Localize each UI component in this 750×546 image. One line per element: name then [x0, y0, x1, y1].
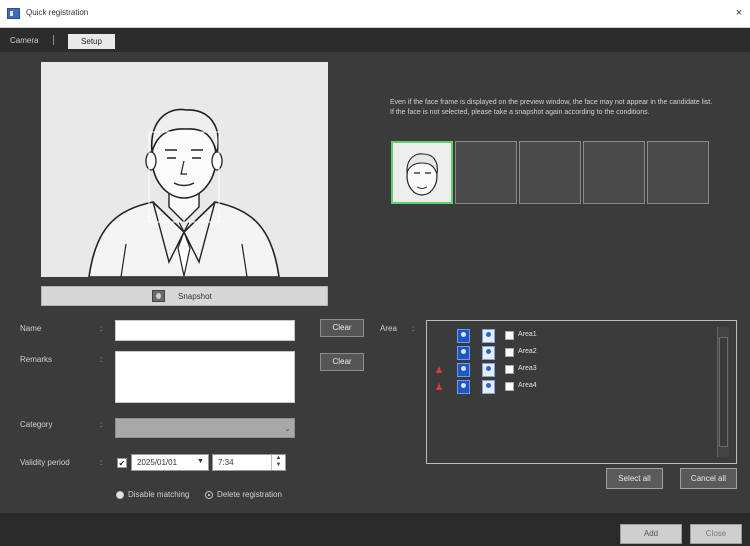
area-checkbox[interactable] — [505, 382, 514, 391]
area-name: Area2 — [518, 348, 537, 355]
validity-checkbox[interactable]: ✔ — [117, 458, 127, 468]
area-scrollbar[interactable] — [717, 327, 729, 457]
alert-person-icon: ♟ — [435, 382, 444, 392]
category-colon: : — [100, 420, 103, 429]
dropdown-arrow-icon: ▼ — [197, 458, 204, 465]
person-white-icon — [482, 380, 495, 394]
validity-colon: : — [100, 458, 103, 467]
spinner-icon[interactable]: ▲ ▼ — [271, 455, 285, 470]
close-button[interactable]: Close — [690, 524, 742, 544]
area-name: Area1 — [518, 331, 537, 338]
instruction-text: Even if the face frame is displayed on t… — [390, 99, 713, 116]
area-name: Area4 — [518, 382, 537, 389]
tab-separator — [53, 35, 54, 45]
snapshot-label: Snapshot — [178, 292, 212, 301]
close-icon[interactable]: × — [732, 6, 746, 20]
app-icon — [7, 8, 20, 19]
disable-matching-label: Disable matching — [128, 490, 190, 499]
person-blue-icon — [457, 380, 470, 394]
chevron-down-icon: ⌄ — [284, 424, 291, 433]
alert-person-icon: ♟ — [435, 365, 444, 375]
camera-preview — [41, 62, 328, 277]
tab-camera[interactable]: Camera — [10, 36, 38, 45]
snapshot-button[interactable]: Snapshot — [41, 286, 328, 306]
delete-registration-radio[interactable] — [205, 491, 213, 499]
candidate-thumbnail[interactable] — [583, 141, 645, 204]
category-select[interactable]: ⌄ — [115, 418, 295, 438]
cancel-all-button[interactable]: Cancel all — [680, 468, 737, 489]
candidate-thumbnail[interactable] — [455, 141, 517, 204]
scrollbar-thumb[interactable] — [719, 337, 728, 447]
select-all-button[interactable]: Select all — [606, 468, 663, 489]
area-checkbox[interactable] — [505, 331, 514, 340]
remarks-colon: : — [100, 355, 103, 364]
clear-name-button[interactable]: Clear — [320, 319, 364, 337]
candidate-thumbnail-selected[interactable] — [391, 141, 453, 204]
area-row: ♟ Area3 — [427, 363, 717, 379]
remarks-label: Remarks — [20, 355, 53, 364]
date-value: 2025/01/01 — [137, 458, 178, 467]
remarks-input[interactable] — [115, 351, 295, 403]
area-name: Area3 — [518, 365, 537, 372]
add-button[interactable]: Add — [620, 524, 682, 544]
candidate-thumbnail[interactable] — [647, 141, 709, 204]
date-picker[interactable]: 2025/01/01 ▼ — [131, 454, 209, 471]
delete-registration-label: Delete registration — [217, 490, 282, 499]
time-value: 7:34 — [218, 458, 234, 467]
area-list: Area1 Area2 ♟ Area3 ♟ Area4 — [426, 320, 737, 464]
name-colon: : — [100, 324, 103, 333]
face-thumbnail — [393, 143, 451, 202]
validity-label: Validity period — [20, 458, 70, 467]
area-checkbox[interactable] — [505, 365, 514, 374]
time-input[interactable]: 7:34 ▲ ▼ — [212, 454, 286, 471]
person-white-icon — [482, 329, 495, 343]
area-checkbox[interactable] — [505, 348, 514, 357]
person-white-icon — [482, 346, 495, 360]
tab-setup[interactable]: Setup — [68, 34, 115, 49]
area-label: Area — [380, 324, 397, 333]
name-label: Name — [20, 324, 42, 333]
person-blue-icon — [457, 329, 470, 343]
area-row: Area1 — [427, 329, 717, 345]
name-input[interactable] — [115, 320, 295, 341]
person-snapshot-icon — [152, 290, 165, 302]
area-row: ♟ Area4 — [427, 380, 717, 396]
area-colon: : — [412, 324, 415, 333]
candidate-thumbnail[interactable] — [519, 141, 581, 204]
person-illustration — [41, 62, 328, 277]
person-blue-icon — [457, 363, 470, 377]
window-title: Quick registration — [26, 8, 89, 17]
person-blue-icon — [457, 346, 470, 360]
area-row: Area2 — [427, 346, 717, 362]
category-label: Category — [20, 420, 53, 429]
disable-matching-radio[interactable] — [116, 491, 124, 499]
person-white-icon — [482, 363, 495, 377]
title-bar: Quick registration × — [0, 0, 750, 28]
clear-remarks-button[interactable]: Clear — [320, 353, 364, 371]
